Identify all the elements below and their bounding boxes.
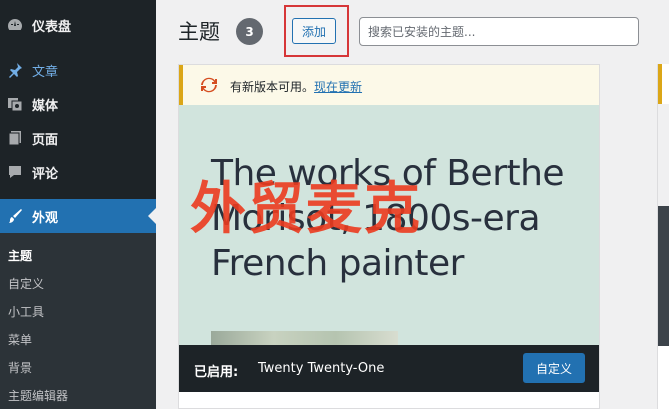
page-title: 主题 (178, 20, 220, 44)
sidebar-item-posts[interactable]: 文章 (0, 53, 156, 87)
sidebar-item-comments[interactable]: 评论 (0, 155, 156, 189)
submenu-item-themes[interactable]: 主题 (8, 247, 32, 264)
update-icon (201, 77, 217, 93)
submenu-item-customize[interactable]: 自定义 (8, 275, 44, 292)
submenu-item-background[interactable]: 背景 (8, 359, 32, 376)
update-notice-text: 有新版本可用。现在更新 (230, 80, 363, 94)
sidebar-item-appearance[interactable]: 外观 (0, 199, 156, 233)
submenu-item-theme-editor[interactable]: 主题编辑器 (8, 387, 68, 404)
theme-card-footer: 已启用: Twenty Twenty-One 自定义 (179, 345, 599, 392)
sidebar-item-media[interactable]: 媒体 (0, 87, 156, 121)
sidebar-item-label: 外观 (32, 210, 59, 226)
sidebar-item-label: 仪表盘 (32, 19, 72, 35)
pin-icon (6, 61, 24, 79)
theme-card-twenty-twenty-one[interactable]: 有新版本可用。现在更新 The works of Berthe Morisot,… (178, 64, 600, 409)
submenu-item-menus[interactable]: 菜单 (8, 331, 32, 348)
dashboard-icon (6, 16, 24, 34)
appearance-submenu: 主题 自定义 小工具 菜单 背景 主题编辑器 (0, 233, 156, 409)
theme-screenshot[interactable]: The works of Berthe Morisot, 1800s-era F… (179, 105, 599, 345)
admin-sidebar: 仪表盘 文章 媒体 页面 评论 外观 主题 自定义 小工具 菜单 背景 主题编辑… (0, 0, 156, 409)
submenu-item-widgets[interactable]: 小工具 (8, 303, 44, 320)
page-icon (6, 129, 24, 147)
sidebar-item-label: 媒体 (32, 98, 59, 114)
sidebar-item-label: 评论 (32, 166, 59, 182)
theme-screenshot-dark-partial (658, 206, 669, 346)
customize-button[interactable]: 自定义 (523, 353, 585, 383)
paintbrush-icon (6, 207, 24, 225)
update-notice: 有新版本可用。现在更新 (179, 65, 599, 105)
sidebar-item-label: 文章 (32, 64, 59, 80)
theme-name: Twenty Twenty-One (258, 361, 385, 376)
theme-card-partial[interactable] (657, 64, 669, 409)
update-now-link[interactable]: 现在更新 (314, 80, 362, 94)
media-icon (6, 95, 24, 113)
sidebar-item-dashboard[interactable]: 仪表盘 (0, 8, 156, 42)
theme-screenshot-text: The works of Berthe Morisot, 1800s-era F… (211, 153, 565, 284)
comment-icon (6, 163, 24, 181)
add-theme-button[interactable]: 添加 (292, 18, 336, 44)
theme-screenshot-image (211, 331, 398, 345)
theme-active-label: 已启用: (194, 365, 239, 380)
sidebar-item-label: 页面 (32, 132, 59, 148)
theme-screenshot-partial (658, 104, 669, 206)
theme-count-badge: 3 (236, 18, 263, 45)
sidebar-item-pages[interactable]: 页面 (0, 121, 156, 155)
notice-bar (658, 64, 662, 104)
search-themes-input[interactable] (359, 17, 639, 46)
